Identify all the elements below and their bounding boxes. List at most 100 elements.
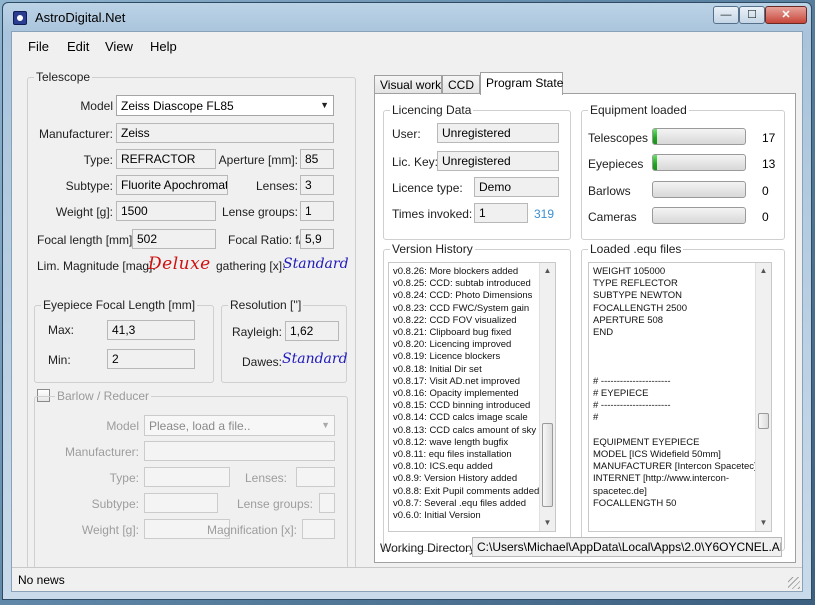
loaded-file-line: EQUIPMENT EYEPIECE — [593, 436, 700, 448]
lim-magnitude-label: Lim. Magnitude [mag]: — [37, 259, 156, 273]
barlow-magnification-label: Magnification [x]: — [206, 523, 297, 537]
lense-groups-field[interactable]: 1 — [300, 201, 334, 221]
lense-groups-label: Lense groups: — [221, 205, 298, 219]
licence-user-field[interactable]: Unregistered — [437, 123, 559, 143]
eyepiece-group: Eyepiece Focal Length [mm] Max: 41,3 Min… — [34, 298, 214, 383]
tab-ccd[interactable]: CCD — [442, 75, 480, 94]
telescope-model-select[interactable]: Zeiss Diascope FL85 ▼ — [116, 95, 334, 116]
barlow-magnification-field[interactable] — [302, 519, 335, 539]
version-history-item: v0.8.22: CCD FOV visualized — [393, 314, 517, 326]
version-history-group: Version History v0.8.26: More blockers a… — [383, 242, 571, 551]
version-history-item: v0.8.18: Initial Dir set — [393, 363, 482, 375]
status-bar: No news — [12, 567, 802, 591]
focal-ratio-field[interactable]: 5,9 — [300, 229, 334, 249]
title-bar[interactable]: AstroDigital.Net — ☐ ✕ — [3, 3, 811, 31]
barlow-group: Barlow / Reducer Model Please, load a fi… — [34, 389, 348, 570]
version-history-item: v0.8.11: equ files installation — [393, 449, 512, 461]
scroll-up-icon[interactable]: ▲ — [540, 263, 555, 279]
licence-key-field[interactable]: Unregistered — [437, 151, 559, 171]
lenses-field[interactable]: 3 — [300, 175, 334, 195]
equipment-group: Equipment loaded Telescopes 17 Eyepieces… — [581, 103, 785, 240]
eyepiece-max-field[interactable]: 41,3 — [107, 320, 195, 340]
working-dir-field[interactable]: C:\Users\Michael\AppData\Local\Apps\2.0\… — [472, 537, 782, 557]
resize-grip-icon[interactable] — [788, 577, 800, 589]
loaded-file-line — [589, 351, 771, 363]
equip-telescopes-progress-fill — [653, 129, 657, 144]
scroll-down-icon[interactable]: ▼ — [540, 515, 555, 531]
loaded-file-line — [589, 425, 771, 437]
subtype-field[interactable]: Fluorite Apochromat — [116, 175, 228, 195]
rayleigh-label: Rayleigh: — [231, 325, 282, 339]
menu-edit[interactable]: Edit — [67, 39, 89, 54]
barlow-manufacturer-field[interactable] — [144, 441, 335, 461]
equip-barlows-progress — [652, 181, 746, 198]
licencing-group: Licencing Data User: Unregistered Lic. K… — [383, 103, 571, 240]
loaded-file-line: TYPE REFLECTOR — [593, 278, 678, 290]
model-label: Model — [80, 99, 113, 113]
loaded-files-group: Loaded .equ files WEIGHT 105000 TYPE REFL… — [581, 242, 785, 551]
loaded-file-line — [589, 364, 771, 376]
menu-help[interactable]: Help — [150, 39, 177, 54]
version-history-scrollbar[interactable]: ▲ ▼ — [539, 263, 555, 531]
loaded-files-scrollbar[interactable]: ▲ ▼ — [755, 263, 771, 531]
chevron-down-icon: ▼ — [320, 100, 329, 110]
minimize-button[interactable]: — — [713, 6, 739, 24]
program-state-panel: Licencing Data User: Unregistered Lic. K… — [374, 93, 796, 563]
aperture-field[interactable]: 85 — [300, 149, 334, 169]
app-logo-icon — [13, 11, 27, 25]
barlow-lense-groups-field[interactable] — [319, 493, 335, 513]
equip-telescopes-label: Telescopes — [588, 131, 649, 145]
focal-length-field[interactable]: 502 — [132, 229, 216, 249]
type-field[interactable]: REFRACTOR — [116, 149, 216, 169]
loaded-file-line — [589, 339, 771, 351]
tab-visual-work[interactable]: Visual work — [374, 75, 442, 94]
loaded-file-line: FOCALLENGTH 2500 — [593, 302, 687, 314]
loaded-file-line: SUBTYPE NEWTON — [593, 290, 683, 302]
manufacturer-field[interactable]: Zeiss — [116, 123, 334, 143]
type-label: Type: — [83, 153, 113, 167]
eyepiece-min-field[interactable]: 2 — [107, 349, 195, 369]
status-text: No news — [18, 573, 65, 587]
scroll-up-icon[interactable]: ▲ — [756, 263, 771, 279]
version-history-item: v0.8.26: More blockers added — [393, 266, 519, 277]
menu-file[interactable]: File — [28, 39, 49, 54]
version-history-list[interactable]: v0.8.26: More blockers added v0.8.25: CCD… — [388, 262, 556, 532]
manufacturer-label: Manufacturer: — [38, 127, 113, 141]
times-invoked-field[interactable]: 1 — [474, 203, 528, 223]
client-area: File Edit View Help Telescope Model Zeis… — [11, 31, 803, 592]
equip-eyepieces-label: Eyepieces — [588, 157, 644, 171]
loaded-file-line: # ---------------------- — [593, 375, 671, 387]
loaded-files-textbox[interactable]: WEIGHT 105000 TYPE REFLECTOR SUBTYPE NEWTO… — [588, 262, 772, 532]
version-history-item: v0.8.16: Opacity implemented — [393, 388, 519, 400]
close-button[interactable]: ✕ — [765, 6, 807, 24]
telescope-group: Telescope Model Zeiss Diascope FL85 ▼ Ma… — [27, 70, 356, 579]
equip-barlows-label: Barlows — [588, 184, 631, 198]
barlow-lense-groups-label: Lense groups: — [236, 497, 313, 511]
resolution-group-label: Resolution [''] — [228, 298, 304, 312]
version-history-item: v0.8.23: CCD FWC/System gain — [393, 302, 530, 314]
tab-program-state[interactable]: Program State — [480, 72, 563, 95]
barlow-model-select[interactable]: Please, load a file.. ▼ — [144, 415, 335, 436]
barlow-type-field[interactable] — [144, 467, 230, 487]
weight-field[interactable]: 1500 — [116, 201, 216, 221]
barlow-lenses-field[interactable] — [296, 467, 335, 487]
loaded-files-scroll-thumb[interactable] — [758, 413, 769, 429]
version-history-item: v0.8.14: CCD calcs image scale — [393, 412, 528, 424]
barlow-subtype-field[interactable] — [144, 493, 218, 513]
version-history-item: v0.8.20: Licencing improved — [393, 339, 512, 351]
scroll-down-icon[interactable]: ▼ — [756, 515, 771, 531]
barlow-lenses-label: Lenses: — [244, 471, 287, 485]
menu-view[interactable]: View — [105, 39, 133, 54]
maximize-button[interactable]: ☐ — [739, 6, 765, 24]
version-history-scroll-thumb[interactable] — [542, 423, 553, 507]
rayleigh-field[interactable]: 1,62 — [285, 321, 339, 341]
version-history-item: v0.6.0: Initial Version — [393, 510, 481, 522]
barlow-model-placeholder: Please, load a file.. — [149, 419, 251, 433]
lim-magnitude-value: Deluxe — [148, 254, 211, 274]
eyepiece-max-label: Max: — [48, 323, 75, 337]
loaded-file-line: WEIGHT 105000 — [593, 266, 666, 277]
equip-eyepieces-count: 13 — [762, 157, 776, 171]
version-history-item: v0.8.17: Visit AD.net improved — [393, 375, 521, 387]
dawes-label: Dawes: — [241, 355, 282, 369]
licence-type-field[interactable]: Demo — [474, 177, 559, 197]
